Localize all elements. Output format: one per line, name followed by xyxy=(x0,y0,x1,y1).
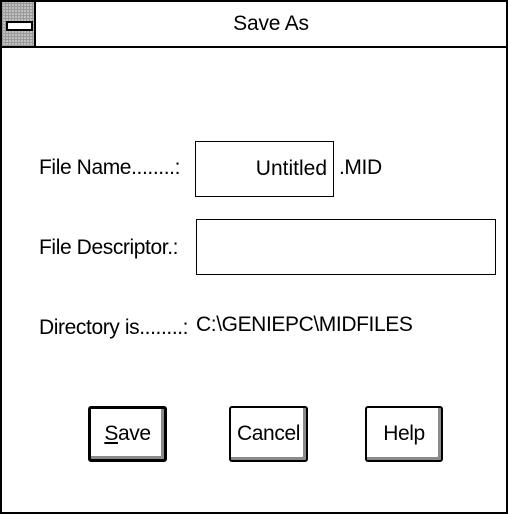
cancel-button[interactable]: Cancel xyxy=(229,406,308,462)
save-mnemonic: S xyxy=(104,422,118,445)
system-menu-bar-icon xyxy=(6,21,33,31)
save-as-dialog: Save As File Name........: .MID File Des… xyxy=(0,0,508,514)
save-button[interactable]: Save xyxy=(88,406,167,462)
directory-value: C:\GENIEPC\MIDFILES xyxy=(196,313,413,336)
system-menu-icon[interactable] xyxy=(2,2,36,46)
directory-label: Directory is........: xyxy=(39,316,189,339)
file-name-label: File Name........: xyxy=(39,156,180,179)
window-title: Save As xyxy=(233,12,309,35)
file-descriptor-label: File Descriptor.: xyxy=(39,236,179,259)
file-descriptor-input[interactable] xyxy=(196,219,496,275)
title-bar: Save As xyxy=(2,2,506,48)
help-button[interactable]: Help xyxy=(365,406,443,462)
file-name-input[interactable] xyxy=(195,141,334,197)
file-extension-label: .MID xyxy=(339,156,382,179)
save-label: ave xyxy=(117,422,151,445)
